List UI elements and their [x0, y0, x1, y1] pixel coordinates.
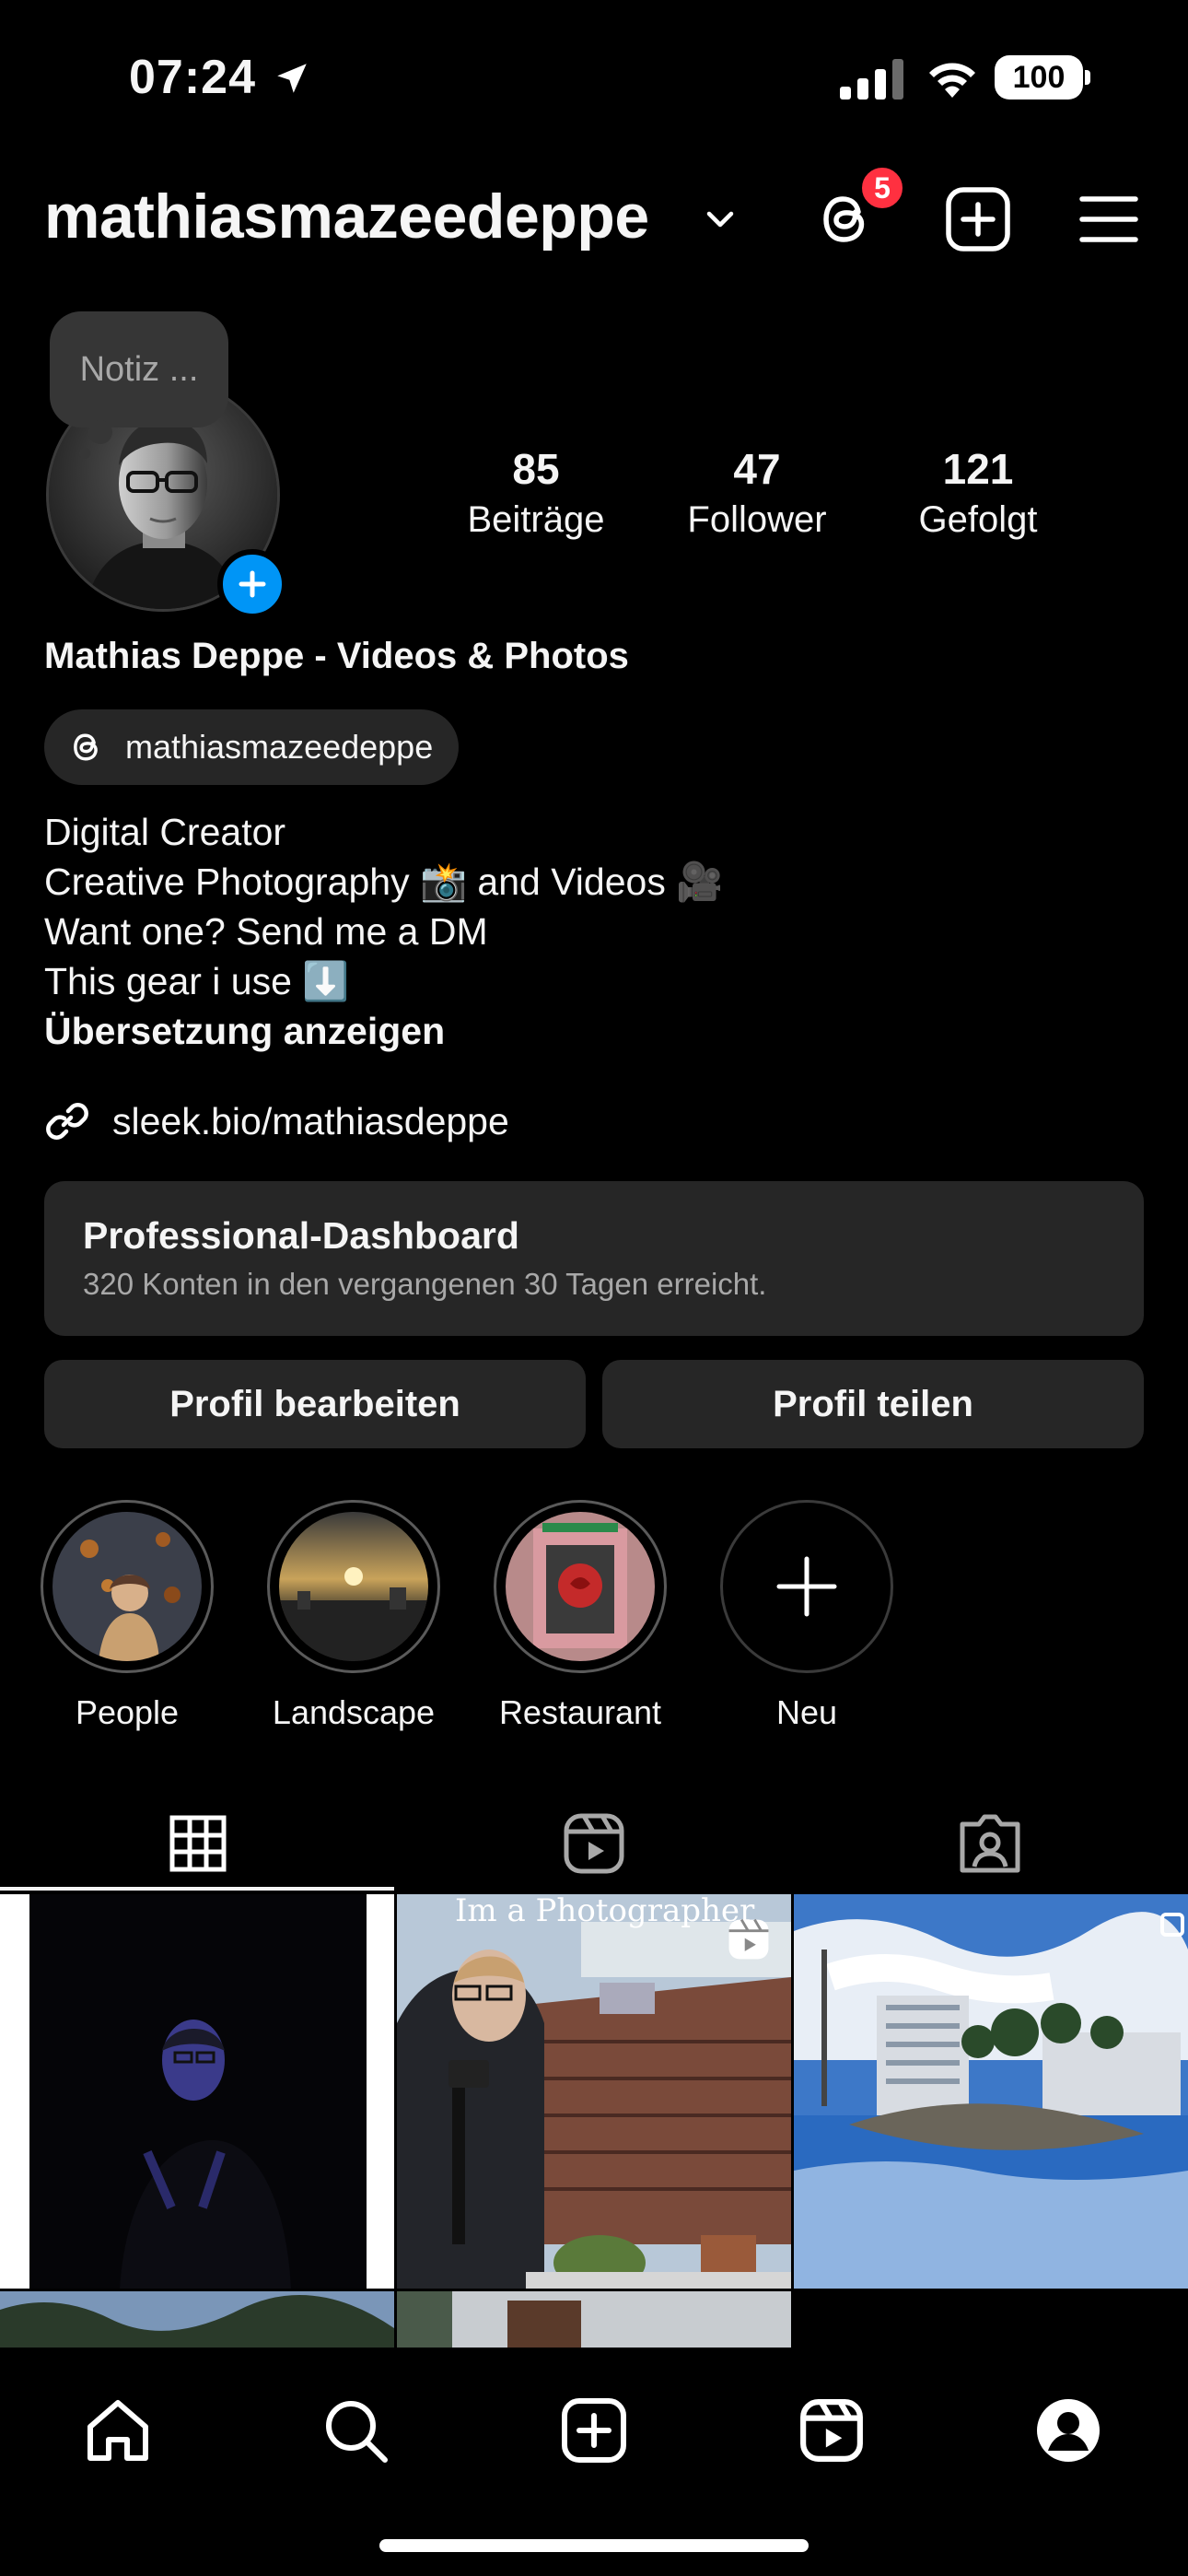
stat-value: 47 [733, 445, 781, 493]
plus-icon [776, 1556, 837, 1617]
active-tab-indicator [0, 1887, 394, 1891]
stat-value: 85 [512, 445, 560, 493]
reel-indicator-icon [726, 1916, 772, 1962]
highlight-new[interactable]: Neu [718, 1500, 895, 1732]
highlight-cover [279, 1512, 428, 1661]
grid-post[interactable] [0, 2291, 394, 2348]
edit-profile-button[interactable]: Profil bearbeiten [44, 1360, 586, 1448]
profile-link[interactable]: sleek.bio/mathiasdeppe [44, 1098, 509, 1144]
translate-link[interactable]: Übersetzung anzeigen [44, 1006, 723, 1056]
cellular-signal-icon [840, 59, 904, 100]
location-arrow-icon [273, 59, 311, 98]
highlight-label: Neu [775, 1693, 838, 1731]
highlight-ring [267, 1500, 440, 1673]
highlight-label: Restaurant [498, 1693, 662, 1731]
tagged-icon [960, 1814, 1020, 1873]
profile-username[interactable]: mathiasmazeedeppe [44, 181, 649, 252]
highlight-ring [41, 1500, 214, 1673]
stat-posts[interactable]: 85 Beiträge [435, 444, 637, 541]
grid-post[interactable] [0, 1894, 394, 2289]
profile-full-name: Mathias Deppe - Videos & Photos [44, 636, 629, 676]
tab-tagged[interactable] [792, 1797, 1188, 1891]
threads-profile-link[interactable]: mathiasmazeedeppe [44, 709, 460, 785]
note-bubble-tail-dot [79, 448, 90, 459]
grid-post-carousel[interactable] [794, 1894, 1188, 2289]
dashboard-title: Professional-Dashboard [83, 1214, 519, 1257]
highlight-restaurant[interactable]: Restaurant [492, 1500, 669, 1732]
nav-reels[interactable] [787, 2386, 876, 2475]
status-time: 07:24 [129, 51, 256, 104]
highlight-cover [52, 1512, 202, 1661]
highlight-landscape[interactable]: Landscape [265, 1500, 442, 1732]
bio-line: Digital Creator [44, 811, 286, 853]
reels-icon [800, 2399, 863, 2462]
profile-icon [1037, 2399, 1100, 2462]
link-text: sleek.bio/mathiasdeppe [112, 1099, 509, 1142]
stat-following[interactable]: 121 Gefolgt [877, 444, 1079, 541]
reels-icon [564, 1813, 624, 1874]
threads-handle: mathiasmazeedeppe [125, 728, 434, 766]
nav-search[interactable] [311, 2386, 400, 2475]
professional-dashboard[interactable]: Professional-Dashboard 320 Konten in den… [44, 1181, 1144, 1336]
tab-posts-grid[interactable] [0, 1797, 396, 1891]
highlight-label: People [75, 1693, 180, 1731]
chevron-down-icon[interactable] [704, 208, 737, 230]
threads-icon [74, 733, 98, 761]
wifi-icon [925, 55, 980, 98]
create-icon [562, 2398, 626, 2463]
bio-line: Creative Photography 📸 and Videos 🎥 [44, 861, 724, 903]
grid-post[interactable] [397, 2291, 791, 2348]
add-story-button[interactable] [217, 549, 287, 619]
note-bubble[interactable]: Notiz ... [50, 311, 228, 427]
highlight-people[interactable]: People [39, 1500, 215, 1732]
battery-nub [1085, 70, 1090, 85]
highlight-ring [494, 1500, 667, 1673]
highlight-ring [720, 1500, 893, 1673]
notification-badge: 5 [858, 164, 906, 212]
stat-label: Follower [687, 499, 827, 540]
bio-line: Want one? Send me a DM [44, 910, 488, 953]
stat-label: Gefolgt [918, 499, 1038, 540]
nav-home[interactable] [74, 2386, 162, 2475]
home-indicator [379, 2539, 809, 2552]
nav-create[interactable] [550, 2386, 638, 2475]
note-bubble-tail [88, 420, 112, 444]
battery-indicator: 100 [995, 55, 1083, 100]
highlight-cover [506, 1512, 655, 1661]
profile-bio: Digital Creator Creative Photography 📸 a… [44, 807, 723, 1056]
nav-profile[interactable] [1024, 2386, 1112, 2475]
post-caption-overlay: Im a Photographer [455, 1892, 755, 1929]
stat-value: 121 [942, 445, 1014, 493]
highlight-label: Landscape [272, 1693, 436, 1731]
home-icon [87, 2400, 148, 2461]
dashboard-subtitle: 320 Konten in den vergangenen 30 Tagen e… [83, 1267, 767, 1301]
search-icon [326, 2401, 388, 2463]
stat-followers[interactable]: 47 Follower [656, 444, 858, 541]
tab-reels[interactable] [396, 1797, 792, 1891]
link-icon [46, 1103, 88, 1140]
stat-label: Beiträge [467, 499, 605, 540]
share-profile-button[interactable]: Profil teilen [602, 1360, 1144, 1448]
bio-line: This gear i use ⬇️ [44, 960, 350, 1002]
menu-icon[interactable] [1079, 195, 1138, 243]
grid-icon [169, 1815, 227, 1872]
new-post-icon[interactable] [945, 186, 1011, 252]
